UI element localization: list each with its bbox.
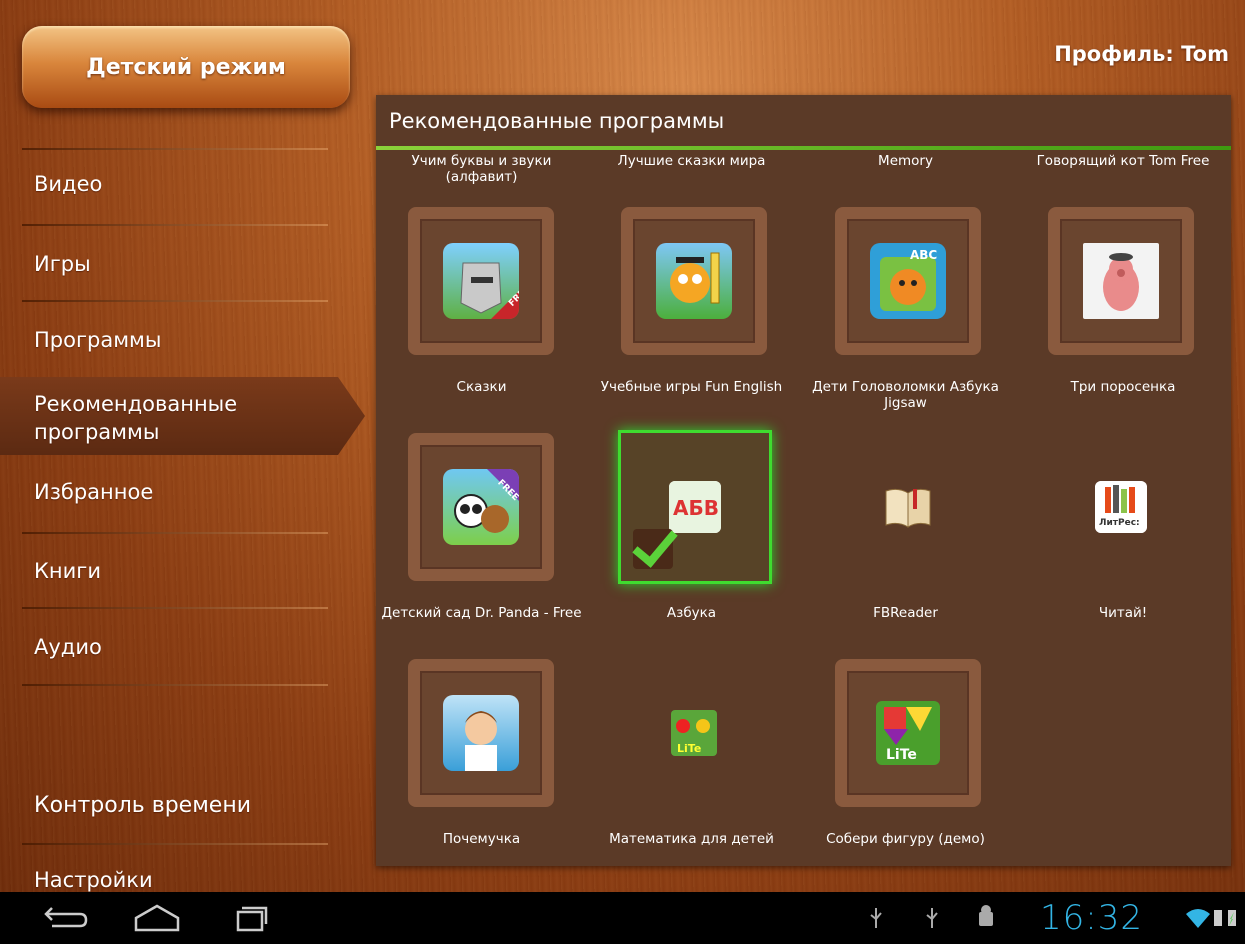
app-label: Memory (878, 153, 933, 169)
app-label: Дети Головоломки Азбука Jigsaw (812, 379, 999, 411)
panda-icon: FREE (443, 469, 519, 545)
sidebar-item-books[interactable]: Книги (34, 559, 101, 583)
screen: Видео Игры Программы Рекомендованные про… (0, 0, 1245, 892)
app-tile[interactable]: LiTe (621, 659, 767, 807)
knight-icon: FREE (443, 243, 519, 319)
home-icon[interactable] (132, 902, 182, 934)
litres-icon: ЛитРес: (1095, 481, 1147, 533)
divider (22, 684, 328, 686)
app-label: FBReader (873, 605, 938, 621)
panel-title: Рекомендованные программы (389, 109, 725, 133)
divider (22, 843, 328, 845)
fruit-math-icon: LiTe (671, 710, 717, 756)
app-tile[interactable] (1048, 207, 1194, 355)
litres-label: ЛитРес: (1099, 518, 1140, 528)
boy-icon (443, 695, 519, 771)
app-tile[interactable]: FREE (408, 433, 554, 581)
app-label: Почемучка (442, 831, 521, 847)
app-tile[interactable] (408, 659, 554, 807)
sidebar: Видео Игры Программы Рекомендованные про… (0, 0, 370, 892)
app-label: Читай! (1098, 605, 1148, 621)
abc-cat-puzzle-icon: ABC (870, 243, 946, 319)
lite-label: LiTe (677, 742, 701, 755)
app-tile-selected[interactable]: АБВ (618, 430, 772, 584)
checkmark-icon (633, 529, 673, 569)
recommended-panel: Рекомендованные программы Учим буквы и з… (376, 95, 1231, 866)
status-clock: 16:32 (1040, 898, 1143, 938)
back-icon[interactable] (38, 902, 88, 934)
app-label: Учим буквы и звуки (алфавит) (411, 153, 552, 185)
lite-label: LiTe (886, 747, 917, 763)
sidebar-item-video[interactable]: Видео (34, 172, 102, 196)
app-label: Три поросенка (1070, 379, 1176, 395)
app-label: Математика для детей (609, 831, 774, 847)
divider (22, 300, 328, 302)
sidebar-item-recommended[interactable]: Рекомендованные программы (34, 390, 294, 446)
wifi-battery-icon (1186, 909, 1236, 928)
divider (22, 532, 328, 534)
app-label: Собери фигуру (демо) (826, 831, 985, 847)
abc-cube-icon: АБВ (669, 481, 721, 533)
app-label: Сказки (456, 379, 507, 395)
pig-figure-icon (1083, 243, 1159, 319)
shape-puzzle-icon: LiTe (876, 701, 940, 765)
sidebar-item-favorites[interactable]: Избранное (34, 480, 153, 504)
app-tile[interactable] (621, 207, 767, 355)
app-tile[interactable]: ЛитРес: (1048, 433, 1194, 581)
app-tile[interactable]: LiTe (835, 659, 981, 807)
app-label: Лучшие сказки мира (617, 153, 766, 169)
app-label: Детский сад Dr. Panda - Free (381, 605, 582, 621)
usb-icon (926, 908, 938, 928)
app-tile[interactable]: FREE (408, 207, 554, 355)
app-tile[interactable] (835, 433, 981, 581)
app-tile[interactable]: ABC (835, 207, 981, 355)
kids-mode-button[interactable]: Детский режим (22, 26, 350, 108)
time-control-button[interactable]: Контроль времени (34, 793, 251, 818)
android-debug-icon (979, 905, 993, 926)
owl-pencil-icon (656, 243, 732, 319)
book-icon (882, 481, 934, 533)
profile-label[interactable]: Профиль: Tom (1054, 42, 1229, 66)
app-label: Учебные игры Fun English (600, 379, 783, 395)
sidebar-item-audio[interactable]: Аудио (34, 635, 102, 659)
divider (22, 148, 328, 150)
sidebar-item-games[interactable]: Игры (34, 252, 91, 276)
app-label: Азбука (666, 605, 717, 621)
abc-label: ABC (910, 248, 937, 262)
panel-title-underline (376, 146, 1231, 150)
sidebar-item-programs[interactable]: Программы (34, 328, 161, 352)
ab-label: АБВ (673, 496, 719, 520)
app-label: Говорящий кот Tom Free (1036, 153, 1210, 169)
divider (22, 224, 328, 226)
settings-button[interactable]: Настройки (34, 868, 153, 892)
recent-apps-icon[interactable] (232, 902, 272, 934)
divider (22, 607, 328, 609)
usb-icon (870, 908, 882, 928)
